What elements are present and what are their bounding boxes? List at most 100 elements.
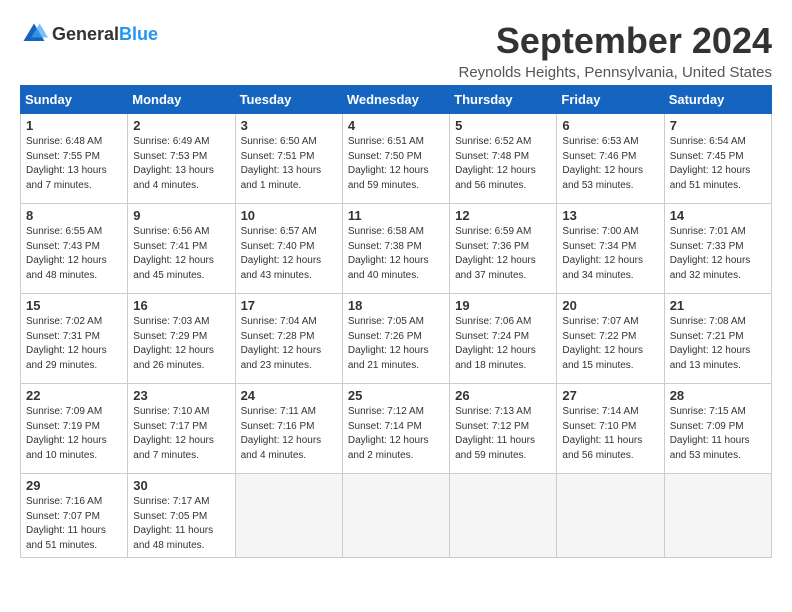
day-detail: Sunrise: 7:00 AM Sunset: 7:34 PM Dayligh… [562,225,658,283]
day-number: 5 [455,118,551,133]
day-detail: Sunrise: 6:52 AM Sunset: 7:48 PM Dayligh… [455,135,551,193]
calendar-cell: 27 Sunrise: 7:14 AM Sunset: 7:10 PM Dayli… [557,384,664,474]
calendar-cell: 16 Sunrise: 7:03 AM Sunset: 7:29 PM Dayli… [128,294,235,384]
day-detail: Sunrise: 7:17 AM Sunset: 7:05 PM Dayligh… [133,495,229,553]
day-number: 2 [133,118,229,133]
day-number: 24 [241,388,337,403]
calendar-cell: 8Sunrise: 6:55 AM Sunset: 7:43 PM Daylig… [21,204,128,294]
day-detail: Sunrise: 7:10 AM Sunset: 7:17 PM Dayligh… [133,405,229,463]
day-detail: Sunrise: 6:53 AM Sunset: 7:46 PM Dayligh… [562,135,658,193]
day-detail: Sunrise: 7:15 AM Sunset: 7:09 PM Dayligh… [670,405,766,463]
day-number: 6 [562,118,658,133]
day-number: 11 [348,208,444,223]
calendar-cell [664,474,771,558]
day-number: 3 [241,118,337,133]
title-section: September 2024 Reynolds Heights, Pennsyl… [458,20,772,81]
day-detail: Sunrise: 7:03 AM Sunset: 7:29 PM Dayligh… [133,315,229,373]
day-number: 29 [26,478,122,493]
header-friday: Friday [557,86,664,114]
day-number: 21 [670,298,766,313]
day-number: 22 [26,388,122,403]
calendar-cell [557,474,664,558]
day-detail: Sunrise: 7:04 AM Sunset: 7:28 PM Dayligh… [241,315,337,373]
calendar-week-4: 22 Sunrise: 7:09 AM Sunset: 7:19 PM Dayli… [21,384,772,474]
header-tuesday: Tuesday [235,86,342,114]
calendar-cell: 1 Sunrise: 6:48 AM Sunset: 7:55 PM Daylig… [21,114,128,204]
day-number: 17 [241,298,337,313]
day-number: 16 [133,298,229,313]
day-detail: Sunrise: 7:07 AM Sunset: 7:22 PM Dayligh… [562,315,658,373]
day-number: 8 [26,208,122,223]
day-number: 18 [348,298,444,313]
logo-general: General [52,24,119,44]
calendar-cell: 11 Sunrise: 6:58 AM Sunset: 7:38 PM Dayli… [342,204,449,294]
calendar-cell: 4Sunrise: 6:51 AM Sunset: 7:50 PM Daylig… [342,114,449,204]
logo: GeneralBlue [20,20,158,48]
calendar-cell [235,474,342,558]
day-number: 27 [562,388,658,403]
calendar-cell: 12Sunrise: 6:59 AM Sunset: 7:36 PM Dayli… [450,204,557,294]
calendar-cell: 6 Sunrise: 6:53 AM Sunset: 7:46 PM Daylig… [557,114,664,204]
calendar-cell: 25Sunrise: 7:12 AM Sunset: 7:14 PM Dayli… [342,384,449,474]
calendar-week-1: 1 Sunrise: 6:48 AM Sunset: 7:55 PM Daylig… [21,114,772,204]
day-detail: Sunrise: 7:16 AM Sunset: 7:07 PM Dayligh… [26,495,122,553]
calendar-cell: 20Sunrise: 7:07 AM Sunset: 7:22 PM Dayli… [557,294,664,384]
calendar-cell: 26 Sunrise: 7:13 AM Sunset: 7:12 PM Dayli… [450,384,557,474]
header-wednesday: Wednesday [342,86,449,114]
calendar-cell: 15 Sunrise: 7:02 AM Sunset: 7:31 PM Dayli… [21,294,128,384]
calendar-cell: 19Sunrise: 7:06 AM Sunset: 7:24 PM Dayli… [450,294,557,384]
day-detail: Sunrise: 7:13 AM Sunset: 7:12 PM Dayligh… [455,405,551,463]
day-number: 15 [26,298,122,313]
location-subtitle: Reynolds Heights, Pennsylvania, United S… [458,64,772,81]
calendar-cell: 18 Sunrise: 7:05 AM Sunset: 7:26 PM Dayli… [342,294,449,384]
day-detail: Sunrise: 6:50 AM Sunset: 7:51 PM Dayligh… [241,135,337,193]
day-detail: Sunrise: 6:56 AM Sunset: 7:41 PM Dayligh… [133,225,229,283]
header-monday: Monday [128,86,235,114]
page-header: GeneralBlue September 2024 Reynolds Heig… [20,20,772,81]
header-saturday: Saturday [664,86,771,114]
calendar-cell: 5 Sunrise: 6:52 AM Sunset: 7:48 PM Daylig… [450,114,557,204]
day-detail: Sunrise: 6:54 AM Sunset: 7:45 PM Dayligh… [670,135,766,193]
day-number: 30 [133,478,229,493]
calendar-week-5: 29 Sunrise: 7:16 AM Sunset: 7:07 PM Dayli… [21,474,772,558]
logo-blue: Blue [119,24,158,44]
calendar-cell: 29 Sunrise: 7:16 AM Sunset: 7:07 PM Dayli… [21,474,128,558]
day-detail: Sunrise: 7:02 AM Sunset: 7:31 PM Dayligh… [26,315,122,373]
calendar-table: SundayMondayTuesdayWednesdayThursdayFrid… [20,85,772,558]
day-detail: Sunrise: 7:08 AM Sunset: 7:21 PM Dayligh… [670,315,766,373]
day-detail: Sunrise: 7:06 AM Sunset: 7:24 PM Dayligh… [455,315,551,373]
day-number: 23 [133,388,229,403]
day-detail: Sunrise: 7:11 AM Sunset: 7:16 PM Dayligh… [241,405,337,463]
day-number: 10 [241,208,337,223]
day-detail: Sunrise: 6:58 AM Sunset: 7:38 PM Dayligh… [348,225,444,283]
header-sunday: Sunday [21,86,128,114]
day-number: 14 [670,208,766,223]
calendar-header-row: SundayMondayTuesdayWednesdayThursdayFrid… [21,86,772,114]
calendar-cell: 22 Sunrise: 7:09 AM Sunset: 7:19 PM Dayli… [21,384,128,474]
day-number: 28 [670,388,766,403]
day-number: 7 [670,118,766,133]
day-detail: Sunrise: 6:57 AM Sunset: 7:40 PM Dayligh… [241,225,337,283]
day-detail: Sunrise: 6:49 AM Sunset: 7:53 PM Dayligh… [133,135,229,193]
calendar-cell: 2 Sunrise: 6:49 AM Sunset: 7:53 PM Daylig… [128,114,235,204]
calendar-cell [342,474,449,558]
calendar-cell: 14 Sunrise: 7:01 AM Sunset: 7:33 PM Dayli… [664,204,771,294]
calendar-cell: 30 Sunrise: 7:17 AM Sunset: 7:05 PM Dayli… [128,474,235,558]
calendar-week-2: 8Sunrise: 6:55 AM Sunset: 7:43 PM Daylig… [21,204,772,294]
calendar-cell: 24 Sunrise: 7:11 AM Sunset: 7:16 PM Dayli… [235,384,342,474]
day-detail: Sunrise: 6:48 AM Sunset: 7:55 PM Dayligh… [26,135,122,193]
day-detail: Sunrise: 7:14 AM Sunset: 7:10 PM Dayligh… [562,405,658,463]
day-number: 26 [455,388,551,403]
day-number: 1 [26,118,122,133]
day-number: 13 [562,208,658,223]
calendar-cell: 9Sunrise: 6:56 AM Sunset: 7:41 PM Daylig… [128,204,235,294]
calendar-cell: 10 Sunrise: 6:57 AM Sunset: 7:40 PM Dayli… [235,204,342,294]
day-detail: Sunrise: 7:05 AM Sunset: 7:26 PM Dayligh… [348,315,444,373]
day-detail: Sunrise: 7:09 AM Sunset: 7:19 PM Dayligh… [26,405,122,463]
day-detail: Sunrise: 7:12 AM Sunset: 7:14 PM Dayligh… [348,405,444,463]
calendar-cell: 28 Sunrise: 7:15 AM Sunset: 7:09 PM Dayli… [664,384,771,474]
calendar-cell [450,474,557,558]
calendar-cell: 21 Sunrise: 7:08 AM Sunset: 7:21 PM Dayli… [664,294,771,384]
day-detail: Sunrise: 7:01 AM Sunset: 7:33 PM Dayligh… [670,225,766,283]
day-number: 12 [455,208,551,223]
